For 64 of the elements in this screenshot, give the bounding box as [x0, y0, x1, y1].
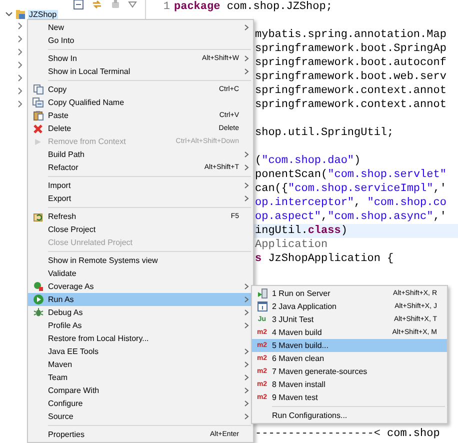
project-icon [15, 8, 26, 20]
collapse-icon[interactable] [5, 10, 13, 18]
context-menu-item[interactable]: Java EE Tools [28, 345, 253, 358]
context-menu-item[interactable]: Build Path [28, 148, 253, 161]
context-menu-item[interactable]: Restore from Local History... [28, 332, 253, 345]
refresh-icon [32, 211, 44, 222]
code-line: mybatis.spring.annotation.Map [255, 28, 446, 42]
collapse-all-icon[interactable] [73, 0, 84, 10]
expand-icon[interactable] [16, 86, 24, 94]
expand-icon[interactable] [16, 100, 24, 108]
code-line: package com.shop.JZShop; [174, 0, 332, 14]
context-menu-item[interactable]: Debug As [28, 306, 253, 319]
context-menu-item[interactable]: Validate [28, 267, 253, 280]
view-menu-icon[interactable] [128, 1, 137, 8]
project-name[interactable]: JZShop [28, 10, 58, 18]
expand-icon[interactable] [16, 60, 24, 68]
code-line: springframework.context.annot [255, 98, 446, 112]
code-line: springframework.boot.SpringAp [255, 42, 446, 56]
clipboard-icon [32, 110, 44, 121]
window-icon [256, 301, 268, 312]
code-line: s JzShopApplication { [255, 252, 394, 266]
context-menu-item[interactable]: Export [28, 192, 253, 205]
context-menu-item[interactable]: Run As [28, 293, 253, 306]
copy-icon [32, 84, 44, 95]
context-menu-item[interactable]: Maven [28, 358, 253, 371]
console-line: ------------------< com.shop [255, 427, 440, 441]
copy-name-icon [32, 97, 44, 108]
code-line: springframework.boot.autoconf [255, 56, 446, 70]
context-menu-item[interactable]: Show in Remote Systems view [28, 254, 253, 267]
link-editor-icon[interactable] [91, 0, 103, 10]
code-line: shop.util.SpringUtil; [255, 126, 394, 140]
context-menu-item[interactable]: Source [28, 410, 253, 423]
context-menu-item[interactable]: New [28, 21, 253, 34]
code-line: op.interceptor", "com.shop.co [255, 196, 446, 210]
context-menu-item[interactable]: Configure [28, 397, 253, 410]
context-menu-item[interactable]: Team [28, 371, 253, 384]
context-menu-item[interactable]: Show in Local Terminal [28, 65, 253, 78]
context-menu-item[interactable]: Copy Qualified Name [28, 96, 253, 109]
context-menu-item[interactable]: Import [28, 179, 253, 192]
run-icon [32, 294, 44, 305]
code-line: can({"com.shop.serviceImpl",' [255, 182, 446, 196]
coverage-icon [32, 281, 44, 292]
code-line: springframework.context.annot [255, 84, 446, 98]
server-run-icon [256, 288, 268, 299]
context-menu-item[interactable]: Coverage As [28, 280, 253, 293]
code-line: ingUtil.class) [255, 224, 348, 238]
code-line: ("com.shop.dao") [255, 154, 361, 168]
expand-icon[interactable] [16, 22, 24, 30]
context-menu-item[interactable]: Compare With [28, 384, 253, 397]
context-menu-item[interactable]: Close Project [28, 223, 253, 236]
code-line: springframework.boot.web.serv [255, 70, 446, 84]
context-menu-item[interactable]: Go Into [28, 34, 253, 47]
code-line: op.aspect","com.shop.async",' [255, 210, 446, 224]
expand-icon[interactable] [16, 34, 24, 42]
delete-icon [33, 124, 43, 134]
code-line: Application [255, 238, 328, 252]
expand-icon[interactable] [16, 48, 24, 56]
expand-icon[interactable] [16, 74, 24, 82]
code-line: ponentScan("com.shop.servlet" [255, 168, 446, 182]
submenu-item[interactable]: Run Configurations... [252, 409, 447, 422]
context-menu-item[interactable]: Profile As [28, 319, 253, 332]
line-number: 1 [163, 1, 170, 13]
bug-icon [32, 307, 44, 318]
remove-icon [33, 136, 43, 146]
